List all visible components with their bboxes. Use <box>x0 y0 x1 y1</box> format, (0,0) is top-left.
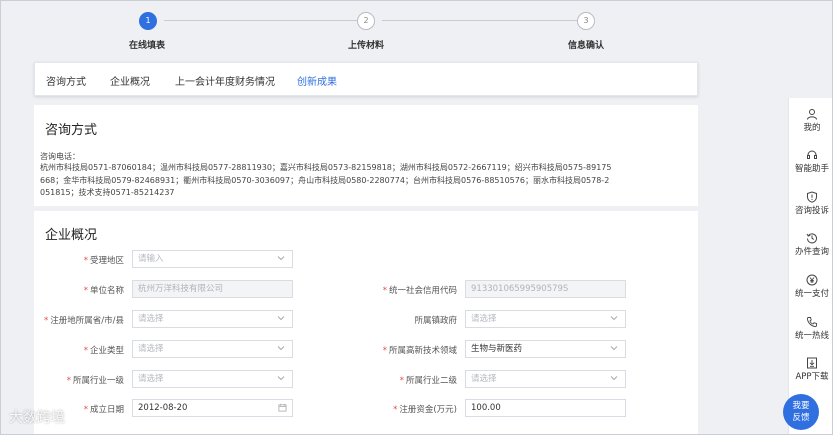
contact-title: 咨询方式 <box>45 123 98 138</box>
chevron-down-icon <box>610 346 618 351</box>
calendar-icon <box>278 403 287 412</box>
credit-code-label: * 统一社会信用代码 <box>382 286 457 296</box>
step-3-label: 信息确认 <box>567 41 605 51</box>
step-1-label: 在线填表 <box>128 41 166 51</box>
chevron-down-icon <box>277 376 285 381</box>
contact-line: 051815；技术支持0571-85214237 <box>40 188 175 197</box>
region-select[interactable]: 请输入 <box>132 250 293 268</box>
sidebar-label: 统一热线 <box>794 331 829 341</box>
town-select[interactable]: 请选择 <box>465 310 626 328</box>
sidebar-label: 统一支付 <box>794 289 829 299</box>
sidebar-label: 智能助手 <box>794 164 829 174</box>
download-icon <box>807 357 817 369</box>
step-1-circle: 1 <box>139 12 157 30</box>
watermark-logo: 大数跨境 <box>9 410 65 426</box>
tech-field-select[interactable]: 生物与新医药 <box>465 340 626 358</box>
contact-card: 咨询方式 咨询电话： 杭州市科技局0571-87060184；温州市科技局057… <box>34 105 698 206</box>
chevron-down-icon <box>610 316 618 321</box>
sidebar-item-assistant[interactable]: 智能助手 <box>789 149 832 174</box>
sidebar-item-complaint[interactable]: 咨询投诉 <box>789 191 832 216</box>
capital-label: * 注册资金(万元) <box>393 405 457 415</box>
history-icon <box>806 233 817 244</box>
company-card: 企业概况 * 受理地区 请输入 * 单位名称 杭州万洋科技有限公司 * 统一社会信用代… <box>34 211 698 434</box>
user-icon <box>807 109 817 120</box>
contact-line: 杭州市科技局0571-87060184；温州市科技局0577-28811930；… <box>40 163 612 172</box>
company-name-field[interactable]: 杭州万洋科技有限公司 <box>132 280 293 298</box>
feedback-line: 我要 <box>792 401 810 411</box>
phone-icon <box>806 317 817 328</box>
step-connector <box>382 20 582 21</box>
sidebar-item-hotline[interactable]: 统一热线 <box>789 316 832 341</box>
sidebar-item-payment[interactable]: 统一支付 <box>789 274 832 299</box>
tab-finance[interactable]: 上一会计年度财务情况 <box>175 73 275 88</box>
industry2-label: * 所属行业二级 <box>399 376 457 386</box>
headset-icon <box>807 150 817 159</box>
sidebar-label: 我的 <box>803 123 821 133</box>
region-label: * 受理地区 <box>83 256 124 266</box>
capital-field[interactable]: 100.00 <box>465 399 626 417</box>
sidebar-item-mine[interactable]: 我的 <box>789 108 832 133</box>
sidebar-item-query[interactable]: 办件查询 <box>789 232 832 257</box>
chevron-down-icon <box>277 316 285 321</box>
tab-innovation[interactable]: 创新成果 <box>297 73 337 88</box>
sidebar-label: APP下载 <box>795 372 829 382</box>
yen-icon <box>806 274 818 286</box>
company-title: 企业概况 <box>45 228 98 243</box>
step-3-circle: 3 <box>577 12 595 30</box>
feedback-line: 反馈 <box>792 413 810 423</box>
founded-label: * 成立日期 <box>83 405 124 415</box>
credit-code-field[interactable]: 91330106599590579S <box>465 280 626 298</box>
type-label: * 企业类型 <box>83 346 124 356</box>
step-2-circle: 2 <box>357 12 375 30</box>
tech-field-label: * 所属高新技术领域 <box>382 346 457 356</box>
sidebar-label: 办件查询 <box>794 247 829 257</box>
location-label: * 注册地所属省/市/县 <box>44 316 124 326</box>
side-toolbar: 我的 智能助手 咨询投诉 办件查询 统一支付 统一热线 APP下载 <box>788 98 832 434</box>
town-label: 所属镇政府 <box>414 316 457 326</box>
contact-text: 杭州市科技局0571-87060184；温州市科技局0577-28811930；… <box>40 162 615 200</box>
sidebar-item-app[interactable]: APP下载 <box>789 357 832 382</box>
page: 1 2 3 在线填表 上传材料 信息确认 咨询方式 企业概况 上一会计年度财务情… <box>0 0 833 435</box>
industry2-select[interactable]: 请选择 <box>465 370 626 388</box>
name-label: * 单位名称 <box>83 286 124 296</box>
tab-company[interactable]: 企业概况 <box>110 73 150 88</box>
company-type-select[interactable]: 请选择 <box>132 340 293 358</box>
section-tabs: 咨询方式 企业概况 上一会计年度财务情况 创新成果 <box>34 62 698 96</box>
step-2-label: 上传材料 <box>347 41 385 51</box>
feedback-button[interactable]: 我要 反馈 <box>783 394 819 430</box>
progress-steps: 1 2 3 在线填表 上传材料 信息确认 <box>31 7 698 55</box>
chevron-down-icon <box>277 346 285 351</box>
chevron-down-icon <box>610 376 618 381</box>
tab-contact[interactable]: 咨询方式 <box>46 73 86 88</box>
location-select[interactable]: 请选择 <box>132 310 293 328</box>
sidebar-label: 咨询投诉 <box>794 206 829 216</box>
industry1-label: * 所属行业一级 <box>66 376 124 386</box>
industry1-select[interactable]: 请选择 <box>132 370 293 388</box>
chevron-down-icon <box>277 256 285 261</box>
contact-line: 668；金华市科技局0579-82468931；衢州市科技局0570-30360… <box>40 175 610 185</box>
contact-label: 咨询电话： <box>40 152 80 161</box>
founded-date-field[interactable]: 2012-08-20 <box>132 399 293 417</box>
step-connector <box>164 20 363 21</box>
shield-icon <box>807 191 817 203</box>
